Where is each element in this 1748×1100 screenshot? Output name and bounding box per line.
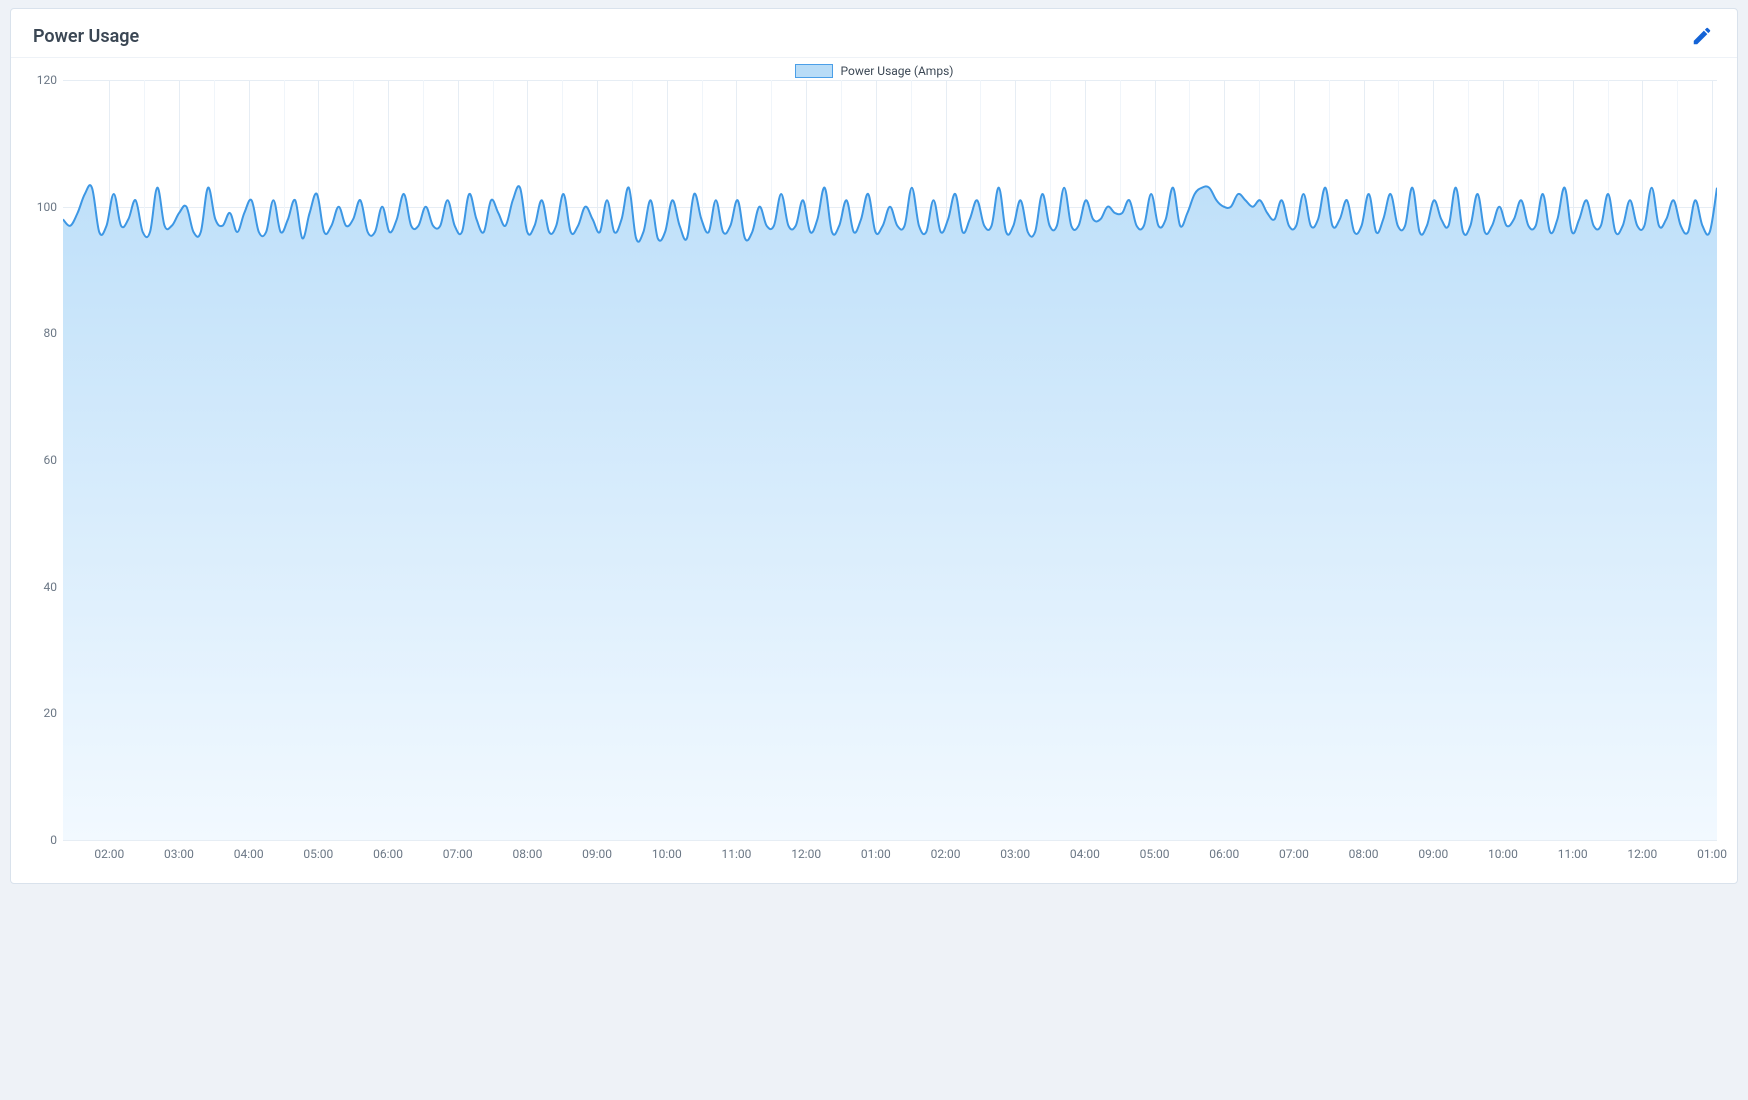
x-tick-label: 07:00 [443,847,473,861]
card-title: Power Usage [33,26,139,47]
x-tick-label: 04:00 [234,847,264,861]
edit-button[interactable] [1685,19,1719,53]
y-tick-label: 120 [27,73,57,87]
x-tick-label: 03:00 [164,847,194,861]
x-tick-label: 05:00 [303,847,333,861]
x-tick-label: 03:00 [1000,847,1030,861]
x-tick-label: 02:00 [931,847,961,861]
chart-area: 020406080100120 02:0003:0004:0005:0006:0… [11,80,1737,883]
x-tick-label: 10:00 [1488,847,1518,861]
x-tick-label: 07:00 [1279,847,1309,861]
x-tick-label: 08:00 [1349,847,1379,861]
x-tick-label: 10:00 [652,847,682,861]
y-tick-label: 80 [27,326,57,340]
x-tick-label: 04:00 [1070,847,1100,861]
pencil-icon [1691,25,1713,47]
legend-label: Power Usage (Amps) [841,64,954,78]
x-tick-label: 02:00 [94,847,124,861]
card-header: Power Usage [11,9,1737,58]
x-tick-label: 11:00 [722,847,752,861]
x-tick-label: 06:00 [373,847,403,861]
series-area [63,185,1717,840]
x-tick-label: 08:00 [512,847,542,861]
y-tick-label: 60 [27,453,57,467]
y-tick-label: 0 [27,833,57,847]
legend-swatch [795,64,833,78]
power-usage-card: Power Usage Power Usage (Amps) 0 20 40 60 80… [10,8,1738,884]
gridline-h [63,840,1717,841]
x-tick-label: 12:00 [1627,847,1657,861]
chart-legend: Power Usage (Amps) [11,58,1737,80]
x-tick-label: 12:00 [791,847,821,861]
y-tick-label: 20 [27,706,57,720]
y-tick-label: 100 [27,200,57,214]
x-tick-label: 11:00 [1558,847,1588,861]
x-tick-label: 05:00 [1140,847,1170,861]
x-tick-label: 06:00 [1209,847,1239,861]
x-tick-label: 01:00 [1697,847,1727,861]
x-tick-label: 09:00 [1418,847,1448,861]
x-tick-label: 01:00 [861,847,891,861]
y-tick-label: 40 [27,580,57,594]
x-tick-label: 09:00 [582,847,612,861]
